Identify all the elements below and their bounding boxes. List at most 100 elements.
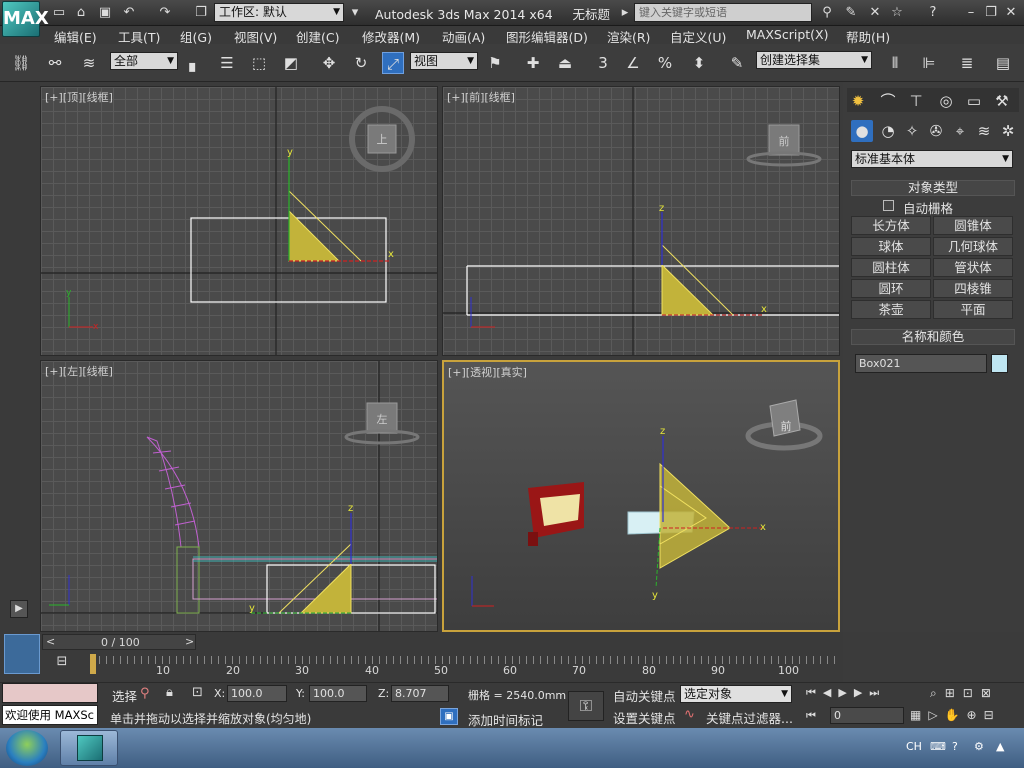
subscription-icon[interactable]: ✎: [842, 4, 860, 22]
geometry-icon[interactable]: ●: [851, 120, 873, 142]
snap-toggle-icon[interactable]: 3: [592, 52, 614, 74]
add-time-tag-button[interactable]: 添加时间标记: [468, 710, 543, 729]
mirror-icon[interactable]: ⫴: [884, 52, 906, 74]
viewcube-icon[interactable]: 上: [368, 131, 396, 147]
set-key-icon[interactable]: ⚿: [568, 691, 604, 721]
taskbar-3dsmax-icon[interactable]: [60, 730, 118, 766]
timeline-ruler[interactable]: [92, 656, 840, 664]
viewport-nav-icons[interactable]: ⌕⊞⊡⊠: [930, 686, 999, 701]
close-icon[interactable]: ✕: [1002, 4, 1020, 22]
selection-filter-dropdown[interactable]: 全部 ▼: [110, 52, 178, 70]
expand-search-icon[interactable]: ▸: [616, 4, 634, 22]
unlink-icon[interactable]: ⚯: [44, 52, 66, 74]
viewport-label[interactable]: [+][前][线框]: [447, 89, 515, 105]
cameras-icon[interactable]: ✇: [925, 120, 947, 142]
cylinder-button[interactable]: 圆柱体: [851, 258, 931, 277]
viewcube-icon[interactable]: 前: [772, 418, 800, 434]
name-color-rollout[interactable]: 名称和颜色: [851, 329, 1015, 345]
time-tag-icon[interactable]: ▣: [440, 708, 458, 725]
geosphere-button[interactable]: 几何球体: [933, 237, 1013, 256]
time-prev-icon[interactable]: <: [46, 635, 55, 648]
search-input[interactable]: 键入关键字或短语: [634, 3, 812, 22]
tray-settings-icon[interactable]: ⚙: [974, 740, 984, 753]
time-next-icon[interactable]: >: [185, 635, 194, 648]
new-file-icon[interactable]: ▭: [50, 4, 68, 22]
scale-icon[interactable]: ⤢: [382, 52, 404, 74]
save-file-icon[interactable]: ▣: [96, 4, 114, 22]
x-coordinate-input[interactable]: 100.0: [227, 685, 287, 702]
viewport-perspective[interactable]: [+][透视][真实] z x y 前: [442, 360, 840, 632]
set-key-button[interactable]: 设置关键点: [613, 708, 676, 727]
project-folder-icon[interactable]: ❐: [192, 4, 210, 22]
y-coordinate-input[interactable]: 100.0: [309, 685, 367, 702]
viewport-layout-icon[interactable]: [4, 634, 40, 674]
rotate-icon[interactable]: ↻: [350, 52, 372, 74]
object-type-rollout[interactable]: 对象类型: [851, 180, 1015, 196]
binoculars-icon[interactable]: ⚲: [818, 4, 836, 22]
language-indicator[interactable]: CH: [906, 740, 922, 753]
open-file-icon[interactable]: ⌂: [72, 4, 90, 22]
sphere-button[interactable]: 球体: [851, 237, 931, 256]
select-object-icon[interactable]: ▖: [184, 52, 206, 74]
quick-access-menu-icon[interactable]: ▾: [346, 4, 364, 22]
spinner-snap-icon[interactable]: ⬍: [688, 52, 710, 74]
object-color-swatch[interactable]: [991, 354, 1008, 373]
viewport-nav-icons-2[interactable]: ▦▷✋⊕⊟: [910, 708, 1001, 722]
systems-icon[interactable]: ✲: [997, 120, 1019, 142]
category-dropdown[interactable]: 标准基本体 ▼: [851, 150, 1013, 168]
plane-button[interactable]: 平面: [933, 300, 1013, 319]
named-selection-dropdown[interactable]: 创建选择集 ▼: [756, 51, 872, 69]
curve-editor-icon[interactable]: ⊟: [52, 654, 72, 674]
lock-selection-icon[interactable]: 🔒︎: [166, 685, 173, 700]
shapes-icon[interactable]: ◔: [877, 120, 899, 142]
absolute-mode-icon[interactable]: ⊡: [192, 685, 203, 700]
viewport-front[interactable]: [+][前][线框] z x 前: [442, 86, 840, 356]
keyboard-shortcut-icon[interactable]: ⏏: [554, 52, 576, 74]
tray-help-icon[interactable]: ?: [952, 740, 958, 753]
z-coordinate-input[interactable]: 8.707: [391, 685, 449, 702]
space-warps-icon[interactable]: ≋: [973, 120, 995, 142]
bind-space-warp-icon[interactable]: ≋: [78, 52, 100, 74]
restore-icon[interactable]: ❐: [982, 4, 1000, 22]
move-icon[interactable]: ✥: [318, 52, 340, 74]
layer-manager-icon[interactable]: ≣: [956, 52, 978, 74]
maxscript-listener[interactable]: 欢迎使用 MAXSc: [2, 705, 98, 725]
modify-tab-icon[interactable]: ⌒: [877, 90, 899, 112]
reference-coordinate-dropdown[interactable]: 视图 ▼: [410, 52, 478, 70]
communication-center-icon[interactable]: ✕: [866, 4, 884, 22]
viewport-top[interactable]: [+][顶][线框] y x y x 上: [40, 86, 438, 356]
key-mode-dropdown[interactable]: 选定对象 ▼: [680, 685, 792, 703]
current-frame-input[interactable]: 0: [830, 707, 904, 724]
hierarchy-tab-icon[interactable]: ⊤: [905, 90, 927, 112]
isolate-icon[interactable]: ⚲: [140, 686, 150, 701]
object-name-input[interactable]: Box021: [855, 354, 987, 373]
helpers-icon[interactable]: ⌖: [949, 120, 971, 142]
lights-icon[interactable]: ✧: [901, 120, 923, 142]
auto-key-button[interactable]: 自动关键点: [613, 686, 676, 705]
keyboard-icon[interactable]: ⌨: [930, 740, 946, 753]
viewcube-icon[interactable]: 前: [769, 133, 799, 149]
viewport-label[interactable]: [+][顶][线框]: [45, 89, 113, 105]
favorites-star-icon[interactable]: ☆: [888, 4, 906, 22]
time-slider[interactable]: < 0 / 100 >: [42, 634, 196, 650]
viewport-label[interactable]: [+][左][线框]: [45, 363, 113, 379]
align-icon[interactable]: ⊫: [918, 52, 940, 74]
minimize-icon[interactable]: –: [962, 4, 980, 22]
maxscript-listener-top[interactable]: [2, 683, 98, 703]
help-icon[interactable]: ?: [924, 4, 942, 22]
teapot-button[interactable]: 茶壶: [851, 300, 931, 319]
utilities-tab-icon[interactable]: ⚒: [991, 90, 1013, 112]
cone-button[interactable]: 圆锥体: [933, 216, 1013, 235]
edit-named-selection-icon[interactable]: ✎: [726, 52, 748, 74]
pyramid-button[interactable]: 四棱锥: [933, 279, 1013, 298]
time-marker[interactable]: [90, 654, 96, 674]
playback-controls[interactable]: ⏮◀▶▶⏭: [806, 686, 886, 700]
redo-icon[interactable]: ↷: [156, 4, 174, 22]
tray-expand-icon[interactable]: ▲: [996, 740, 1004, 753]
key-filters-icon[interactable]: ∿: [684, 707, 695, 722]
tube-button[interactable]: 管状体: [933, 258, 1013, 277]
create-tab-icon[interactable]: ✹: [847, 90, 869, 112]
percent-snap-icon[interactable]: %: [654, 52, 676, 74]
pivot-center-icon[interactable]: ⚑: [484, 52, 506, 74]
key-mode-toggle-icon[interactable]: ⏮: [806, 709, 816, 723]
